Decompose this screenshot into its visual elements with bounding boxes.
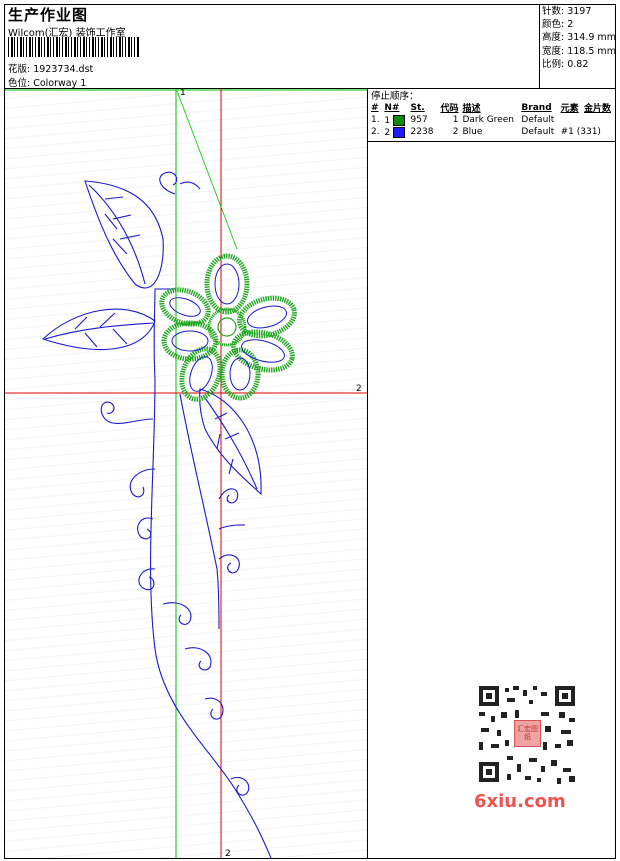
stats-divider: [539, 4, 540, 88]
row-code: 2: [452, 127, 459, 137]
colorway-label: 色位: Colorway 1: [8, 78, 87, 89]
stamp-seal: 汇宏图纸: [514, 720, 541, 747]
col-index: #: [371, 102, 379, 113]
curl: [162, 602, 192, 625]
stitch-count: 针数: 3197: [542, 6, 592, 17]
row-brand: Default: [521, 127, 555, 137]
site-logo: 6xiu.com: [474, 791, 566, 812]
col-needle: N#: [384, 102, 400, 113]
row-st: 2238: [410, 127, 434, 137]
col-brand: Brand: [521, 102, 552, 113]
design-scale: 比例: 0.82: [542, 58, 589, 70]
top-curl: [159, 171, 201, 195]
col-desc: 描述: [462, 104, 481, 114]
table-row: 2. 2 2238 2 Blue Default #1 (331): [369, 126, 615, 138]
stop-sequence-table: # N# St. 代码 描述 Brand 元素 金片数 1. 1 957 1 D…: [369, 101, 615, 138]
embroidery-canvas: [5, 89, 367, 858]
row-needle: 1: [382, 114, 408, 126]
color-count: 颜色: 2: [542, 19, 574, 31]
row-needle: 2: [382, 126, 408, 138]
design-width: 宽度: 118.5 mm: [542, 45, 616, 57]
flower-green: [159, 253, 297, 402]
col-element: 元素: [560, 104, 579, 114]
curl: [204, 697, 224, 720]
design-height: 高度: 314.9 mm: [542, 32, 616, 44]
tendril: [218, 524, 246, 530]
axis-label-bottom: 2: [225, 849, 231, 859]
col-st: St.: [410, 102, 425, 113]
design-stats: 针数: 3197 颜色: 2 高度: 314.9 mm 宽度: 118.5 mm…: [542, 5, 616, 71]
color-swatch: [392, 114, 405, 126]
leaf-lower-veins: [202, 394, 258, 490]
col-sequins: 金片数: [584, 104, 612, 114]
barcode: [8, 37, 140, 57]
page-title: 生产作业图: [8, 6, 89, 24]
curl: [138, 568, 156, 591]
curl: [129, 468, 156, 498]
leaf-left: [41, 308, 156, 350]
flower-inner-outline: [169, 263, 287, 392]
right-stem: [179, 393, 220, 630]
row-desc: Dark Green: [462, 115, 514, 125]
axis-label-right: 2: [356, 384, 362, 394]
stop-table-header: # N# St. 代码 描述 Brand 元素 金片数: [369, 101, 615, 115]
curl: [218, 488, 239, 504]
row-index: 2.: [371, 127, 380, 137]
row-brand: Default: [521, 115, 555, 125]
table-row: 1. 1 957 1 Dark Green Default: [369, 114, 615, 126]
curl: [218, 554, 240, 574]
curl: [184, 647, 212, 671]
petal-right-bottom: [231, 329, 295, 373]
petal-bottom-left: [179, 346, 223, 402]
embroidery-design: [5, 89, 367, 858]
row-element: [559, 114, 582, 126]
main-stem: [150, 378, 272, 858]
color-swatch: [392, 126, 405, 138]
canvas-divider: [367, 88, 368, 859]
stem-top: [153, 288, 175, 380]
table-divider: [367, 141, 616, 142]
stop-sequence-title: 停止顺序：: [371, 91, 419, 102]
leaf-upper-veins: [88, 184, 146, 285]
row-index: 1.: [371, 115, 380, 125]
jump-stitch: [176, 90, 238, 250]
row-st: 957: [410, 115, 428, 125]
row-sequins: [582, 114, 615, 126]
row-desc: Blue: [462, 127, 483, 137]
col-code: 代码: [440, 104, 459, 114]
leaf-upper: [84, 180, 164, 289]
row-code: 1: [452, 115, 459, 125]
blue-stitching: [41, 171, 272, 858]
row-element: #1 (331): [560, 127, 601, 137]
curl: [100, 401, 154, 424]
axis-label-top: 1: [180, 88, 186, 98]
design-file-label: 花版: 1923734.dst: [8, 64, 94, 75]
